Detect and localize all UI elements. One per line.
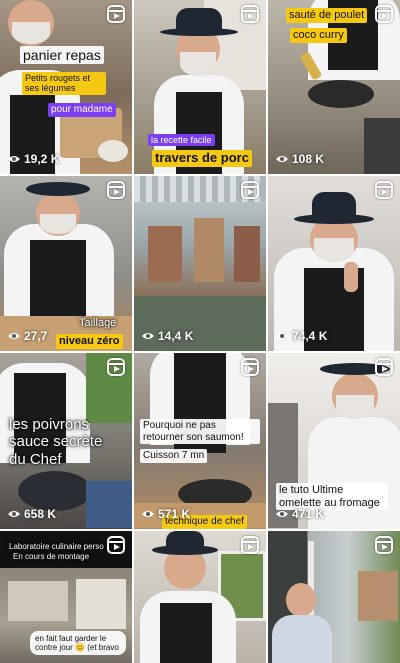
caption: la recette facile	[148, 134, 215, 147]
reel-tile[interactable]: le tuto Ultime omelette au fromage 471 K	[268, 353, 400, 529]
view-count-value: 471 K	[292, 507, 325, 521]
caption: pour madame	[48, 103, 116, 117]
view-count-value: 19,2 K	[24, 152, 60, 166]
eye-icon	[276, 511, 288, 517]
view-count-value: 74,4 K	[292, 329, 328, 343]
reel-tile[interactable]: panier repas Petits rougets et ses légum…	[0, 0, 132, 174]
view-count-value: 27,7	[24, 329, 48, 343]
reel-tile[interactable]: 14,4 K	[134, 176, 266, 351]
reels-icon	[107, 5, 125, 23]
reel-tile[interactable]: sauté de poulet coco curry 108 K	[268, 0, 400, 174]
view-count-value: 108 K	[292, 152, 325, 166]
reel-tile[interactable]	[268, 531, 400, 663]
reel-thumbnail	[268, 0, 400, 174]
caption: Petits rougets et ses légumes	[22, 72, 106, 95]
reels-icon	[375, 536, 393, 554]
eye-icon	[276, 333, 288, 339]
reel-thumbnail	[134, 176, 266, 351]
reels-icon	[375, 181, 393, 199]
reels-icon	[375, 358, 393, 376]
caption: travers de porc	[152, 150, 252, 167]
reel-tile[interactable]: les poivrons sauce secrète du Chef 658 K	[0, 353, 132, 529]
reels-icon	[107, 181, 125, 199]
eye-icon	[276, 156, 288, 162]
reel-tile[interactable]	[134, 531, 266, 663]
reels-icon	[241, 536, 259, 554]
view-count: 27,7	[8, 329, 47, 343]
caption: Cuisson 7 mn	[140, 449, 208, 463]
view-count-value: 14,4 K	[158, 329, 194, 343]
reel-thumbnail	[134, 0, 266, 174]
view-count-value: 571 K	[158, 507, 191, 521]
caption: panier repas	[20, 46, 104, 65]
caption: Taillage	[79, 317, 117, 329]
reel-tile[interactable]: la recette facile travers de porc	[134, 0, 266, 174]
eye-icon	[142, 333, 154, 339]
reels-icon	[241, 358, 259, 376]
reel-tile[interactable]: Pourquoi ne pas retourner son saumon! Cu…	[134, 353, 266, 529]
caption: coco curry	[290, 28, 347, 43]
reel-tile[interactable]: Laboratoire culinaire perso En cours de …	[0, 531, 132, 663]
view-count: 14,4 K	[142, 329, 193, 343]
reels-icon	[375, 5, 393, 23]
eye-icon	[8, 156, 20, 162]
reel-tile[interactable]: Taillage niveau zéro 27,7	[0, 176, 132, 351]
view-count: 19,2 K	[8, 152, 59, 166]
caption: les poivrons sauce secrète du Chef	[9, 416, 103, 468]
eye-icon	[8, 333, 20, 339]
comment-bubble: en fait faut garder le contre jour 😊 (et…	[30, 631, 126, 656]
view-count: 471 K	[276, 507, 324, 521]
caption: niveau zéro	[56, 334, 123, 349]
reels-icon	[241, 5, 259, 23]
eye-icon	[142, 511, 154, 517]
view-count: 74,4 K	[276, 329, 327, 343]
reels-icon	[107, 358, 125, 376]
view-count: 108 K	[276, 152, 324, 166]
reels-icon	[107, 536, 125, 554]
caption: Pourquoi ne pas retourner son saumon!	[140, 419, 260, 444]
caption: En cours de montage	[13, 552, 90, 561]
view-count: 658 K	[8, 507, 56, 521]
reel-thumbnail	[268, 176, 400, 351]
view-count-value: 658 K	[24, 507, 57, 521]
view-count: 571 K	[142, 507, 190, 521]
caption: sauté de poulet	[286, 8, 368, 23]
eye-icon	[8, 511, 20, 517]
reels-icon	[241, 181, 259, 199]
reels-grid: panier repas Petits rougets et ses légum…	[0, 0, 400, 663]
reel-tile[interactable]: 74,4 K	[268, 176, 400, 351]
